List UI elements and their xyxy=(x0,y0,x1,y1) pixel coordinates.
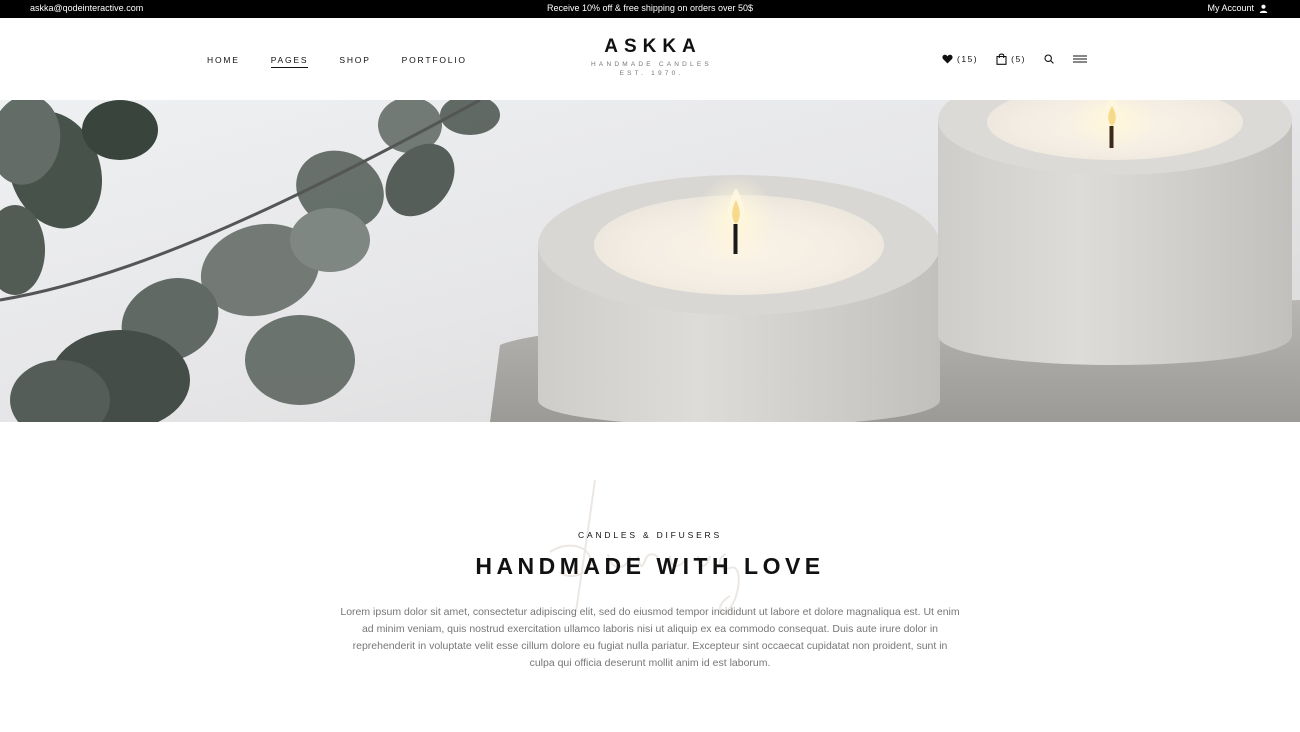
site-logo[interactable]: ASKKA HANDMADE CANDLES EST. 1970. xyxy=(550,36,750,77)
wishlist-button[interactable]: (15) xyxy=(942,54,978,64)
wishlist-count: (15) xyxy=(957,54,979,64)
promo-message: Receive 10% off & free shipping on order… xyxy=(547,3,753,13)
my-account-label: My Account xyxy=(1207,3,1254,13)
bag-icon xyxy=(996,53,1007,65)
main-nav: HOME PAGES SHOP PORTFOLIO xyxy=(207,55,498,68)
section-body: Lorem ipsum dolor sit amet, consectetur … xyxy=(340,606,960,669)
heart-icon xyxy=(942,54,953,64)
my-account-link[interactable]: My Account xyxy=(1207,3,1268,13)
section-eyebrow: CANDLES & DIFUSERS xyxy=(578,530,722,540)
script-watermark xyxy=(549,479,740,615)
logo-tagline: HANDMADE CANDLES xyxy=(591,61,712,68)
logo-name: ASKKA xyxy=(604,36,702,57)
hero-image xyxy=(0,100,1300,422)
header-actions: (15) (5) xyxy=(942,53,1088,65)
logo-est: EST. 1970. xyxy=(619,70,684,77)
cart-count: (5) xyxy=(1011,54,1027,64)
menu-button[interactable] xyxy=(1073,55,1088,63)
menu-icon xyxy=(1073,55,1088,63)
site-header: HOME PAGES SHOP PORTFOLIO ASKKA HANDMADE… xyxy=(0,18,1300,100)
intro-section: CANDLES & DIFUSERS HANDMADE WITH LOVE Lo… xyxy=(0,422,1300,732)
nav-item-portfolio[interactable]: PORTFOLIO xyxy=(402,55,467,68)
section-title: HANDMADE WITH LOVE xyxy=(475,553,825,579)
nav-item-home[interactable]: HOME xyxy=(207,55,240,68)
cart-button[interactable]: (5) xyxy=(996,53,1026,65)
nav-item-pages[interactable]: PAGES xyxy=(270,55,309,68)
top-bar: askka@qodeinteractive.com Receive 10% of… xyxy=(0,0,1300,18)
user-icon xyxy=(1259,4,1268,13)
nav-item-shop[interactable]: SHOP xyxy=(339,55,370,68)
search-button[interactable] xyxy=(1044,54,1054,64)
search-icon xyxy=(1044,54,1054,64)
